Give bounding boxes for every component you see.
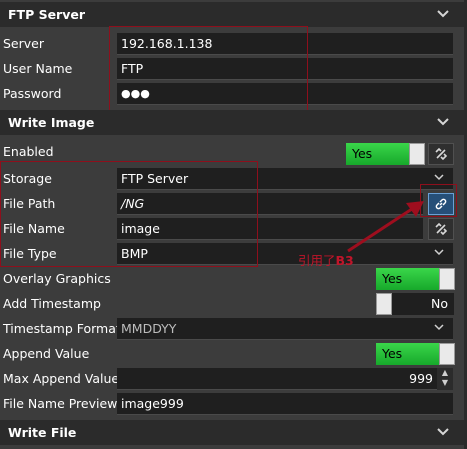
unlink-icon [435,147,448,161]
annotation-label: 引用了 [298,253,336,268]
password-label: Password [3,86,62,101]
spinner-down-icon[interactable]: ▼ [437,378,453,388]
timestamp-format-value: MMDDYY [121,321,177,336]
toggle-off-text: No [431,296,448,311]
chevron-down-icon[interactable] [437,110,449,135]
append-label: Append Value [3,346,90,361]
highlight-box-ftp [109,26,308,121]
annotation-bold: B3 [335,253,354,268]
unlink-button[interactable] [428,218,454,240]
section-ftp-server[interactable]: FTP Server [0,2,467,27]
toggle-knob [409,143,425,165]
section-write-image[interactable]: Write Image [0,110,467,135]
chevron-down-icon[interactable] [437,2,449,27]
timestamp-format-label: Timestamp Format [3,321,121,336]
server-label: Server [3,36,44,51]
toggle-on-text: Yes [376,268,439,290]
spinner[interactable]: ▲ ▼ [437,368,453,390]
chevron-down-icon[interactable] [437,420,449,445]
enabled-label: Enabled [3,144,54,159]
timestamp-label: Add Timestamp [3,296,101,311]
toggle-knob [376,293,392,315]
section-title: FTP Server [8,7,86,22]
highlight-box-storage [0,161,258,267]
overlay-label: Overlay Graphics [3,271,111,286]
unlink-icon [435,222,448,236]
annotation-text: 引用了B3 [298,250,354,269]
overlay-toggle[interactable]: Yes [376,268,455,290]
max-append-label: Max Append Value [3,371,120,386]
caret-down-icon [434,318,444,340]
toggle-on-text: Yes [346,143,409,165]
preview-field: image999 [117,393,453,415]
toggle-knob [439,343,455,365]
unlink-button[interactable] [428,143,454,165]
max-append-value: 999 [409,371,433,386]
section-title: Write Image [8,115,95,130]
section-write-file[interactable]: Write File [0,420,467,445]
timestamp-toggle[interactable]: No [376,293,454,315]
max-append-input[interactable]: 999 ▲ ▼ [117,368,453,390]
toggle-knob [439,268,455,290]
preview-label: File Name Preview [3,396,118,411]
spinner-up-icon[interactable]: ▲ [437,368,453,378]
timestamp-format-select[interactable]: MMDDYY [117,318,453,340]
annotation-arrow [347,201,424,253]
username-label: User Name [3,61,73,76]
append-toggle[interactable]: Yes [376,343,455,365]
enabled-toggle[interactable]: Yes [346,143,425,165]
toggle-on-text: Yes [376,343,439,365]
section-title: Write File [8,425,77,440]
caret-down-icon [434,243,444,265]
